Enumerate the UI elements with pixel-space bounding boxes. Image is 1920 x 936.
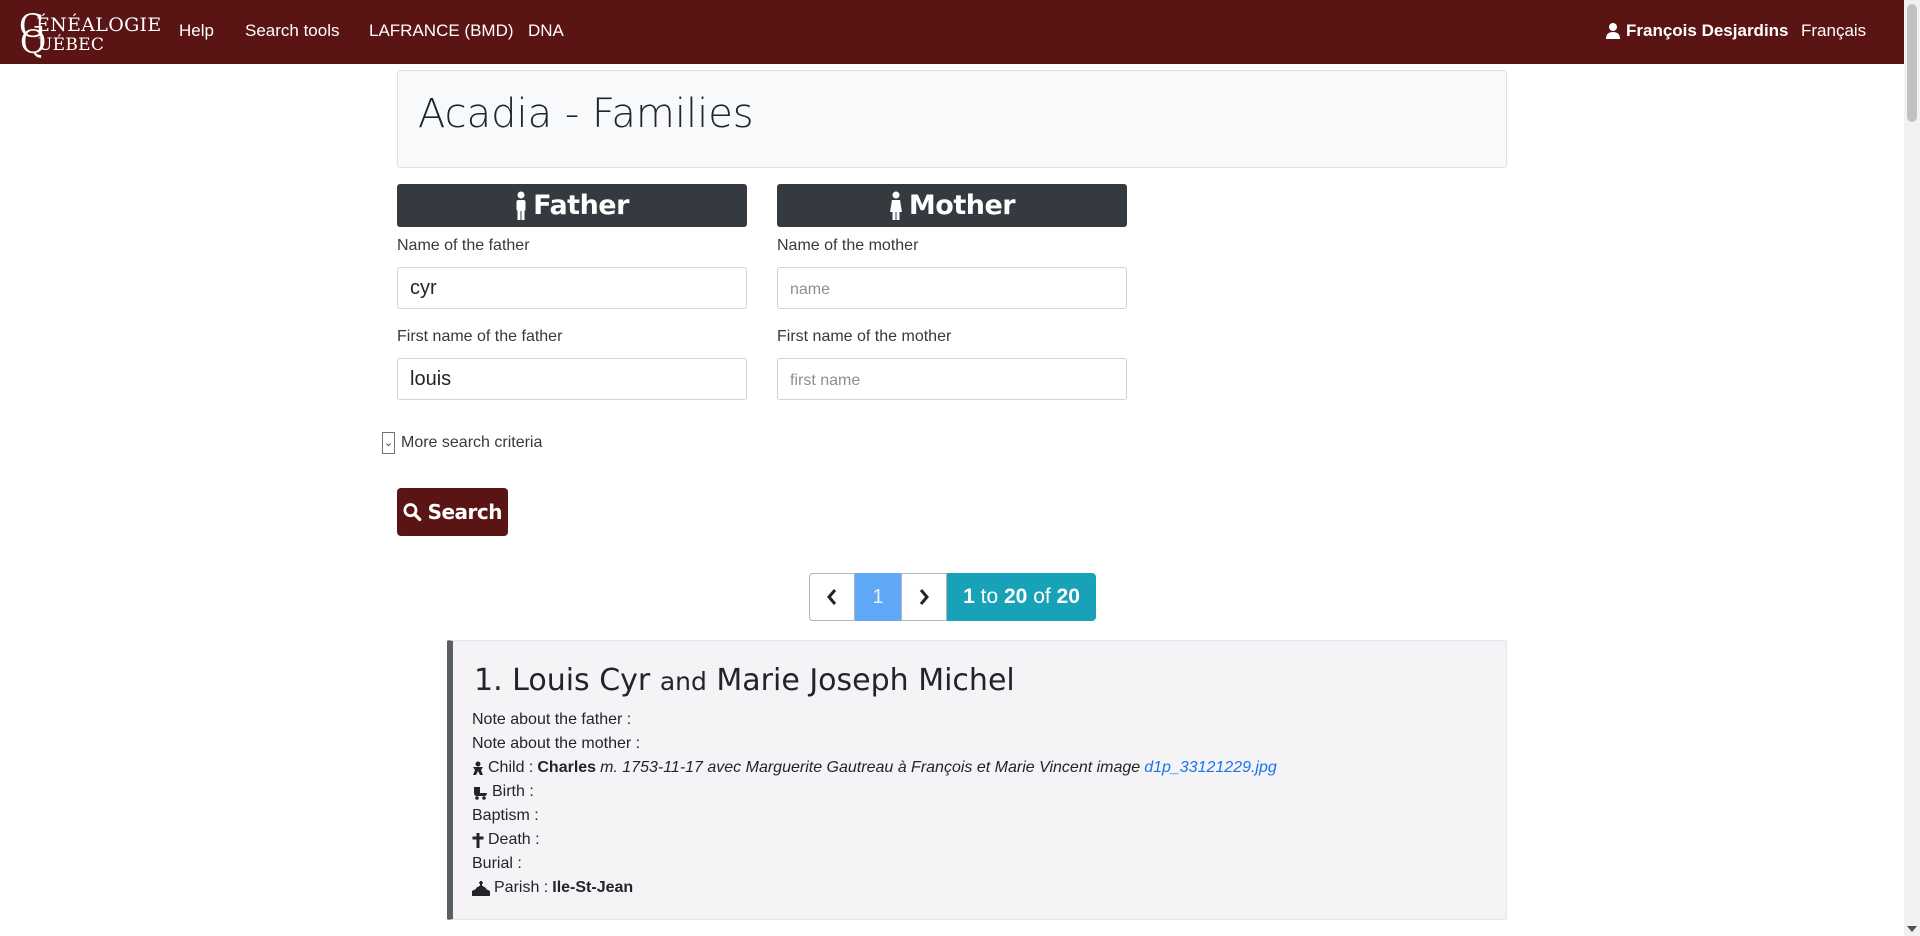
page-title: Acadia - Families: [418, 91, 754, 137]
language-toggle[interactable]: Français: [1801, 21, 1866, 41]
next-page-button[interactable]: [901, 573, 947, 621]
double-chevron-down-icon: ⌄: [382, 432, 395, 454]
male-icon: [516, 191, 526, 220]
mother-first-name-label: First name of the mother: [777, 328, 952, 345]
previous-page-button[interactable]: [809, 573, 855, 621]
user-menu[interactable]: François Desjardins: [1606, 21, 1789, 41]
user-name: François Desjardins: [1626, 21, 1789, 40]
mother-name-input[interactable]: [777, 267, 1127, 309]
child-line: Child : Charles m. 1753-11-17 avec Margu…: [472, 759, 1277, 777]
burial-line: Burial :: [472, 855, 522, 872]
child-icon: [473, 761, 483, 775]
more-search-criteria-toggle[interactable]: ⌄ More search criteria: [382, 432, 542, 454]
baptism-line: Baptism :: [472, 807, 539, 824]
nav-dna[interactable]: DNA: [528, 21, 564, 41]
church-icon: [472, 880, 490, 896]
page-title-panel: Acadia - Families: [397, 70, 1507, 168]
father-name-label: Name of the father: [397, 237, 530, 254]
father-first-name-input[interactable]: [397, 358, 747, 400]
note-father: Note about the father :: [472, 711, 632, 728]
baby-carriage-icon: [474, 786, 487, 800]
search-icon: [403, 503, 422, 522]
search-button[interactable]: Search: [397, 488, 508, 536]
chevron-right-icon: [919, 589, 929, 605]
scroll-down-icon[interactable]: [1907, 926, 1917, 932]
nav-search-tools[interactable]: Search tools: [245, 21, 340, 41]
parish-line: Parish : Ile-St-Jean: [472, 879, 633, 897]
birth-line: Birth :: [472, 783, 534, 801]
nav-help[interactable]: Help: [179, 21, 214, 41]
cross-icon: [472, 832, 484, 848]
mother-header: Mother: [777, 184, 1127, 227]
nav-lafrance[interactable]: LAFRANCE (BMD): [369, 21, 514, 41]
page-scrollbar[interactable]: [1904, 0, 1920, 936]
top-navbar: G ÉNÉALOGIE Q UÉBEC Help Search tools LA…: [0, 0, 1904, 64]
user-icon: [1606, 23, 1620, 39]
current-page[interactable]: 1: [855, 573, 901, 621]
result-title: 1. Louis Cyr and Marie Joseph Michel: [474, 663, 1015, 698]
genealogie-quebec-logo[interactable]: G ÉNÉALOGIE Q UÉBEC: [19, 8, 161, 58]
child-image-link[interactable]: d1p_33121229.jpg: [1144, 759, 1277, 777]
pagination: 1 1 to 20 of 20: [809, 573, 1096, 621]
chevron-left-icon: [827, 589, 837, 605]
note-mother: Note about the mother :: [472, 735, 641, 752]
father-name-input[interactable]: [397, 267, 747, 309]
father-header: Father: [397, 184, 747, 227]
female-icon: [889, 191, 902, 220]
father-first-name-label: First name of the father: [397, 328, 563, 345]
result-count: 1 to 20 of 20: [947, 573, 1096, 621]
death-line: Death :: [472, 831, 540, 849]
mother-name-label: Name of the mother: [777, 237, 919, 254]
result-card: 1. Louis Cyr and Marie Joseph Michel Not…: [447, 640, 1507, 920]
mother-first-name-input[interactable]: [777, 358, 1127, 400]
scrollbar-thumb[interactable]: [1907, 4, 1917, 122]
